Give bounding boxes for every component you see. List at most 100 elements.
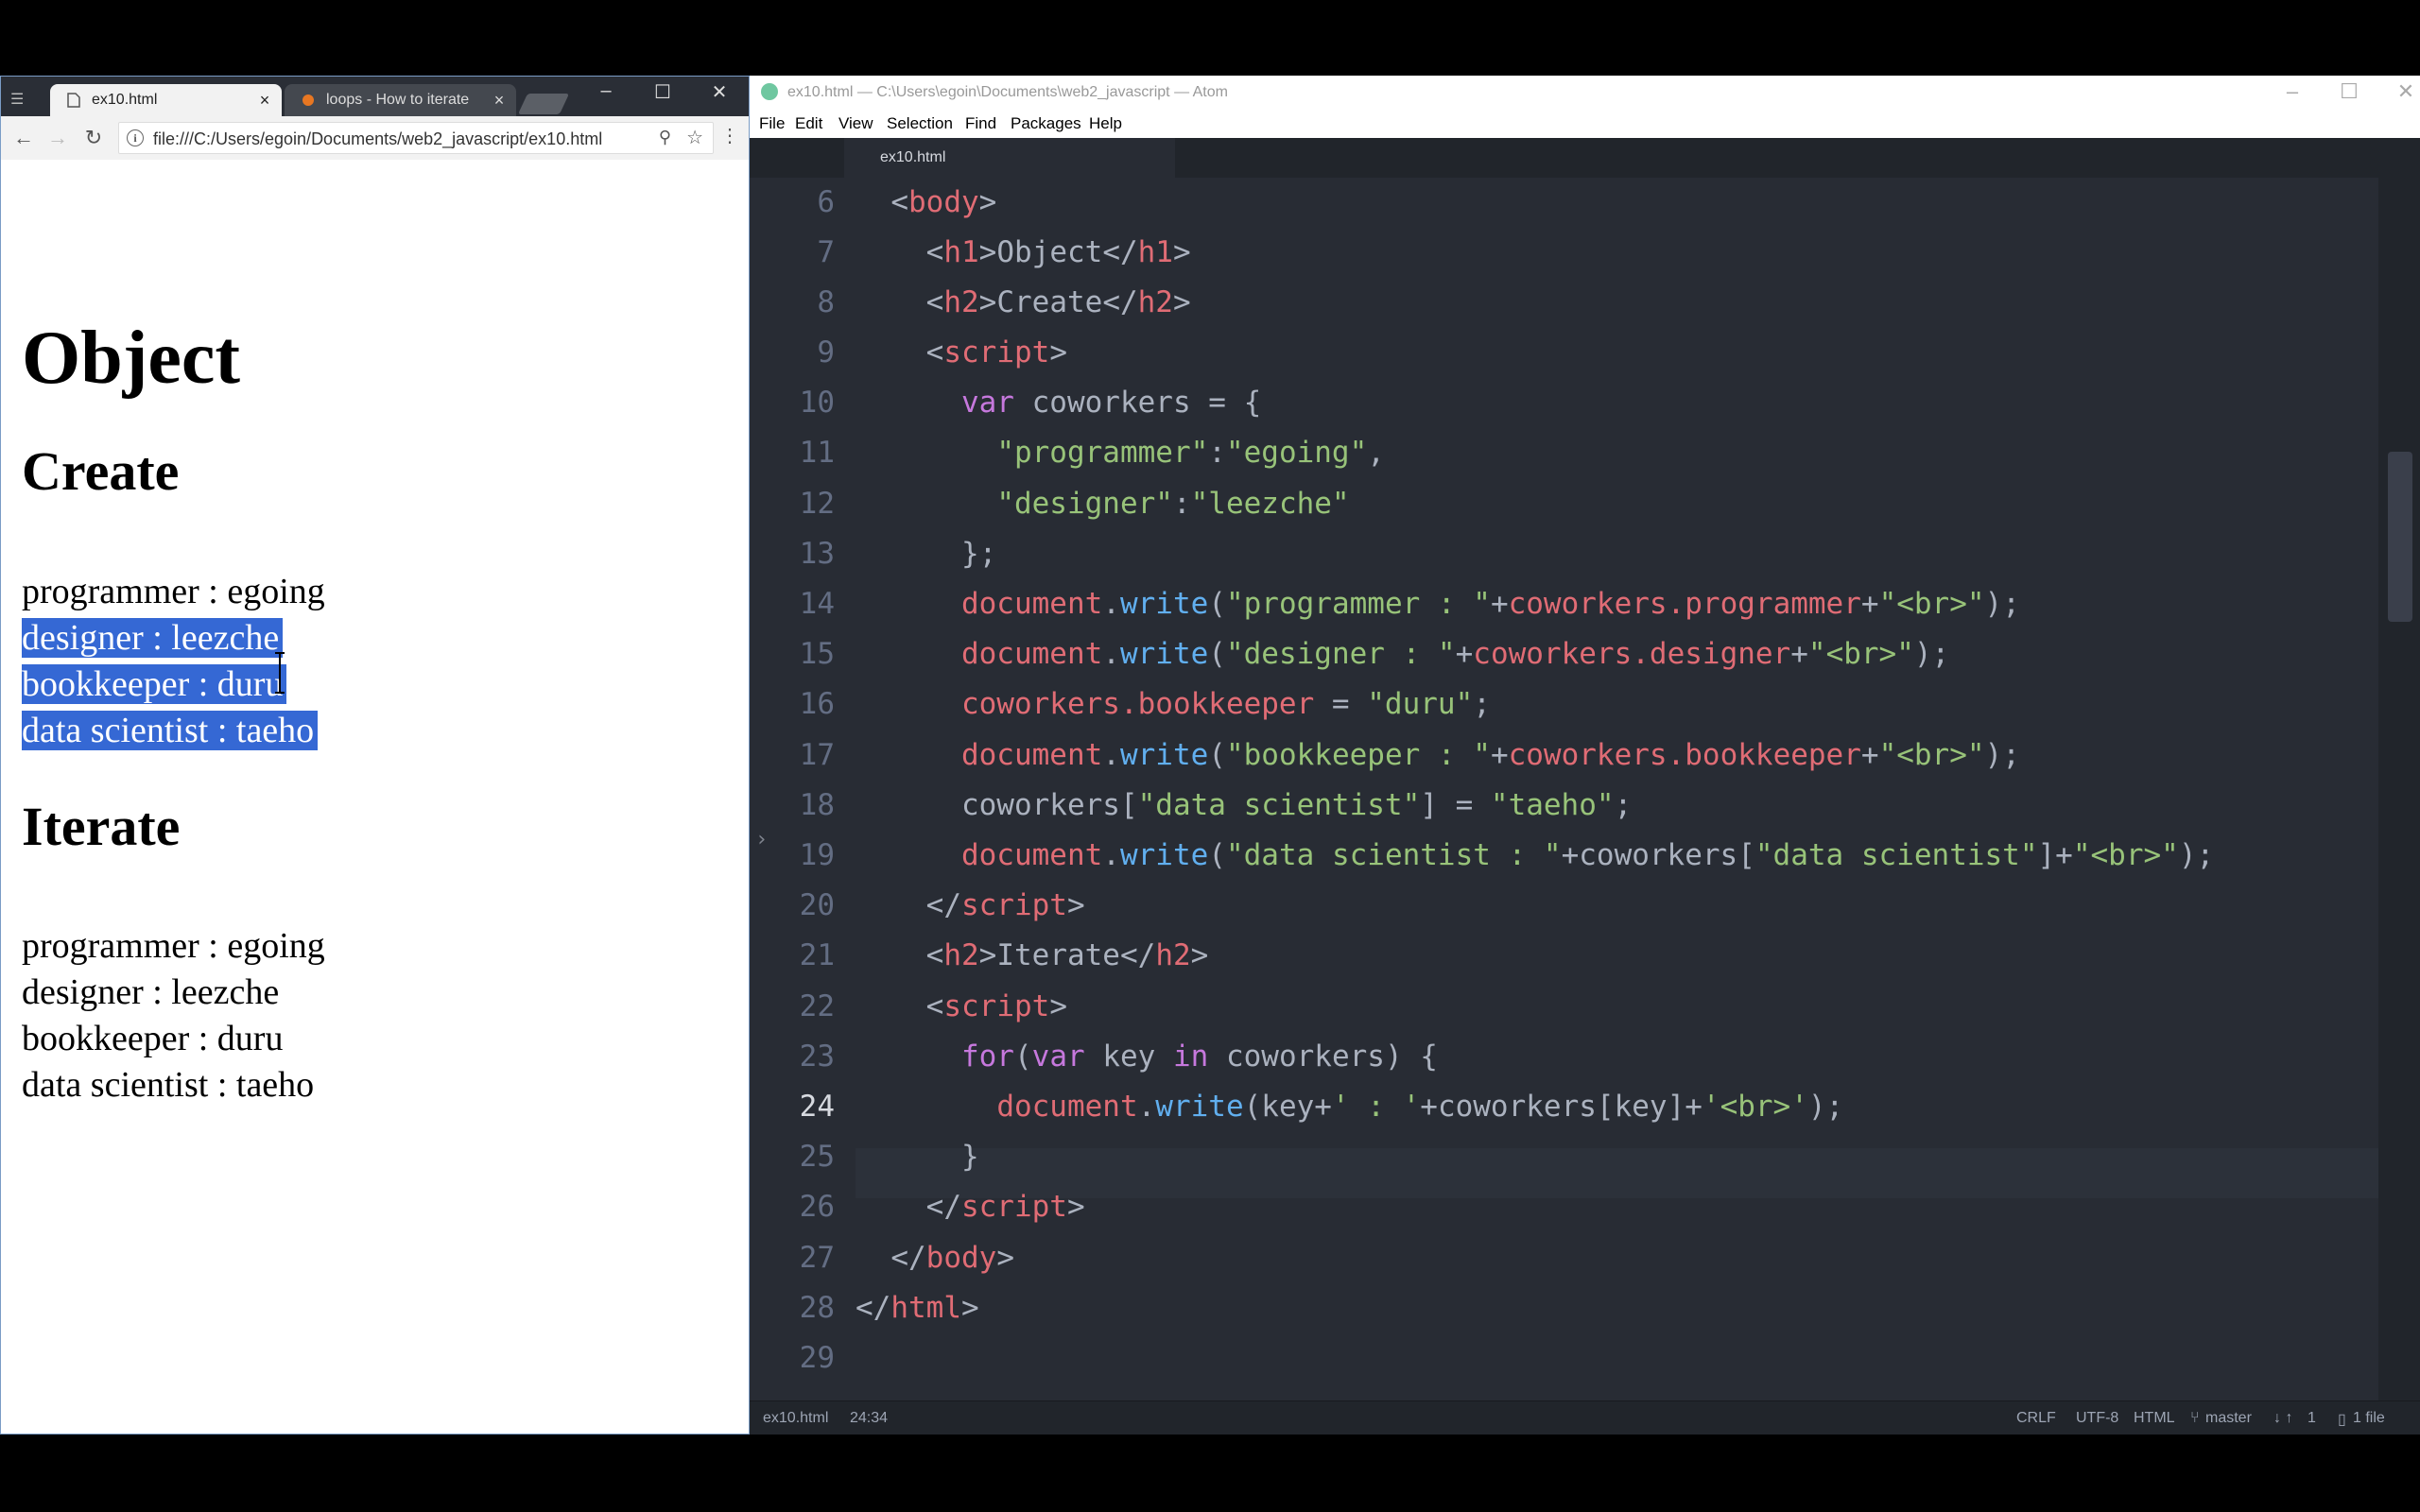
line-number: 27 (799, 1241, 835, 1275)
new-tab-button[interactable] (517, 94, 570, 114)
code-token: var (960, 386, 1014, 420)
menu-find[interactable]: Find (965, 114, 996, 133)
status-branch[interactable]: master (2205, 1410, 2252, 1427)
code-token: '<br>' (1702, 1090, 1808, 1124)
info-icon[interactable]: i (127, 129, 144, 146)
minimize-icon[interactable]: – (587, 80, 625, 102)
code-line: <script> (856, 989, 1067, 1023)
code-token: }; (960, 537, 997, 571)
code-token: ' : ' (1331, 1090, 1421, 1124)
forward-icon[interactable]: → (44, 125, 71, 151)
scrollbar-thumb[interactable] (2388, 452, 2412, 622)
create-heading: Create (22, 440, 180, 502)
code-token: "programmer" (996, 436, 1209, 470)
status-grammar[interactable]: HTML (2134, 1410, 2175, 1427)
code-token: "programmer : " (1225, 587, 1491, 621)
code-token: Iterate (996, 938, 1120, 972)
code-token: document (960, 838, 1103, 872)
status-file[interactable]: ex10.html (763, 1410, 828, 1427)
code-line: <h1>Object</h1> (856, 235, 1191, 269)
line-number: 13 (799, 537, 835, 571)
status-encoding[interactable]: UTF-8 (2076, 1410, 2118, 1427)
url-text: file:///C:/Users/egoin/Documents/web2_ja… (153, 129, 603, 148)
code-token: "<br>" (2072, 838, 2179, 872)
code-editor[interactable]: 6 7 8 9 10 11 12 13 14 15 16 17 18 19 20… (750, 178, 2420, 1400)
browser-tab-loops[interactable]: loops - How to iterate × (285, 84, 516, 116)
code-token: coworkers) { (1208, 1040, 1438, 1074)
code-token: html (890, 1291, 961, 1325)
zoom-icon[interactable]: ⚲ (659, 128, 671, 147)
line-number: 10 (799, 386, 835, 420)
maximize-icon[interactable]: ☐ (644, 80, 682, 104)
bookmark-star-icon[interactable]: ☆ (686, 126, 703, 149)
code-token: h1 (943, 235, 979, 269)
editor-scrollbar[interactable] (2378, 178, 2420, 1400)
site-favicon-icon (302, 93, 315, 108)
code-line: </script> (856, 1190, 1085, 1224)
code-token: write (1119, 738, 1209, 772)
code-token: h2 (943, 285, 979, 319)
iterate-line: programmer : egoing (22, 926, 325, 966)
editor-tab-ex10[interactable]: ex10.html (844, 138, 1175, 178)
code-line: <h2>Create</h2> (856, 285, 1191, 319)
tab-search-icon[interactable]: ☰ (10, 90, 24, 109)
code-token: h1 (1137, 235, 1173, 269)
line-number-current: 24 (799, 1090, 835, 1124)
status-files[interactable]: 1 file (2353, 1410, 2385, 1427)
browser-toolbar: ← → ↻ i file:///C:/Users/egoin/Documents… (1, 116, 749, 161)
code-token: document (960, 738, 1103, 772)
menu-selection[interactable]: Selection (887, 114, 953, 133)
menu-bar: File Edit View Selection Find Packages H… (750, 110, 2420, 138)
code-token: h2 (1155, 938, 1191, 972)
selected-text: data scientist : taeho (22, 711, 319, 750)
code-line: document.write("programmer : "+coworkers… (960, 587, 2020, 621)
menu-packages[interactable]: Packages (1011, 114, 1081, 133)
line-number: 11 (799, 436, 835, 470)
tab-close-icon[interactable]: × (253, 91, 276, 111)
page-content: Object Create programmer : egoing design… (1, 160, 749, 1434)
status-line-ending[interactable]: CRLF (2016, 1410, 2056, 1427)
back-icon[interactable]: ← (10, 125, 37, 151)
code-token: "<br>" (1878, 587, 1985, 621)
code-line: document.write("data scientist : "+cowor… (960, 838, 2215, 872)
minimize-icon[interactable]: – (2273, 79, 2311, 104)
code-token: document (960, 587, 1103, 621)
fold-arrow-icon[interactable]: › (755, 828, 768, 851)
code-line: "designer":"leezche" (996, 487, 1350, 521)
maximize-icon[interactable]: ☐ (2330, 79, 2368, 104)
menu-view[interactable]: View (838, 114, 873, 133)
code-line: for(var key in coworkers) { (960, 1040, 1438, 1074)
page-title: Object (22, 317, 241, 400)
code-token: write (1155, 1090, 1244, 1124)
code-token: } (960, 1140, 979, 1174)
code-line: } (856, 1140, 979, 1174)
tab-close-icon[interactable]: × (488, 91, 510, 111)
code-token: coworkers.bookkeeper (960, 687, 1315, 721)
browser-menu-icon[interactable]: ⋮ (720, 124, 739, 147)
line-number: 14 (799, 587, 835, 621)
line-number: 6 (817, 185, 835, 219)
code-token: "taeho" (1490, 788, 1615, 822)
line-number: 28 (799, 1291, 835, 1325)
browser-tab-bar: ☰ ex10.html × loops - How to iterate × –… (1, 77, 749, 116)
code-token: Create (996, 285, 1103, 319)
git-branch-icon: ⑂ (2190, 1410, 2200, 1426)
code-token: in (1172, 1040, 1209, 1074)
browser-tab-ex10[interactable]: ex10.html × (50, 84, 282, 116)
code-line: </html> (856, 1291, 979, 1325)
reload-icon[interactable]: ↻ (80, 125, 107, 151)
menu-file[interactable]: File (759, 114, 785, 133)
status-cursor-position[interactable]: 24:34 (850, 1410, 888, 1427)
code-token: coworkers[ (960, 788, 1138, 822)
close-window-icon[interactable]: ✕ (2387, 79, 2420, 104)
code-token: body (925, 1241, 997, 1275)
menu-edit[interactable]: Edit (795, 114, 822, 133)
code-line: coworkers.bookkeeper = "duru"; (960, 687, 1491, 721)
code-token: write (1119, 838, 1209, 872)
address-bar[interactable]: i file:///C:/Users/egoin/Documents/web2_… (118, 122, 714, 154)
close-window-icon[interactable]: ✕ (700, 80, 738, 104)
code-token: write (1119, 587, 1209, 621)
git-sync-arrows-icon[interactable]: ↓ ↑ (2273, 1410, 2292, 1427)
code-token: script (943, 335, 1050, 369)
menu-help[interactable]: Help (1089, 114, 1122, 133)
